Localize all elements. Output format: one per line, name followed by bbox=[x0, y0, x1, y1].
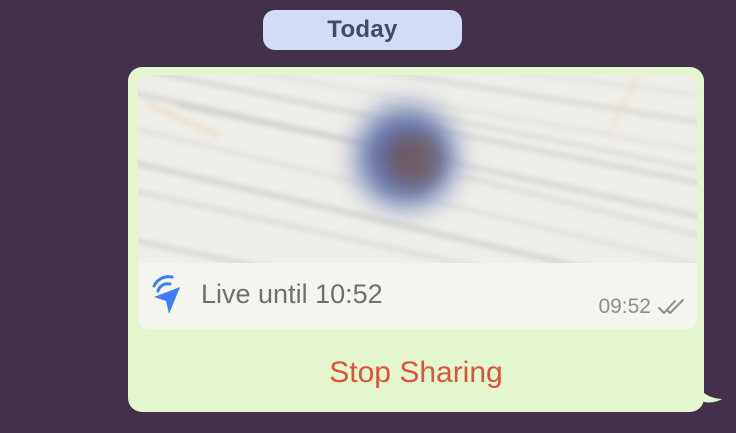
message-timestamp: 09:52 bbox=[598, 295, 651, 318]
live-location-arrow-icon bbox=[152, 275, 180, 314]
live-location-info: Live until 10:52 09:52 bbox=[138, 263, 697, 329]
live-location-message: Live until 10:52 09:52 Stop Sharing bbox=[128, 67, 704, 412]
map-preview[interactable] bbox=[138, 75, 697, 263]
map-image bbox=[138, 75, 697, 263]
double-check-icon bbox=[658, 299, 684, 314]
stop-sharing-label: Stop Sharing bbox=[329, 355, 503, 389]
date-separator: Today bbox=[263, 10, 462, 50]
stop-sharing-button[interactable]: Stop Sharing bbox=[128, 333, 704, 412]
live-until-text: Live until 10:52 bbox=[201, 279, 383, 309]
message-meta: 09:52 bbox=[598, 295, 687, 319]
live-location-card[interactable]: Live until 10:52 09:52 bbox=[138, 75, 697, 329]
date-separator-label: Today bbox=[327, 16, 398, 43]
